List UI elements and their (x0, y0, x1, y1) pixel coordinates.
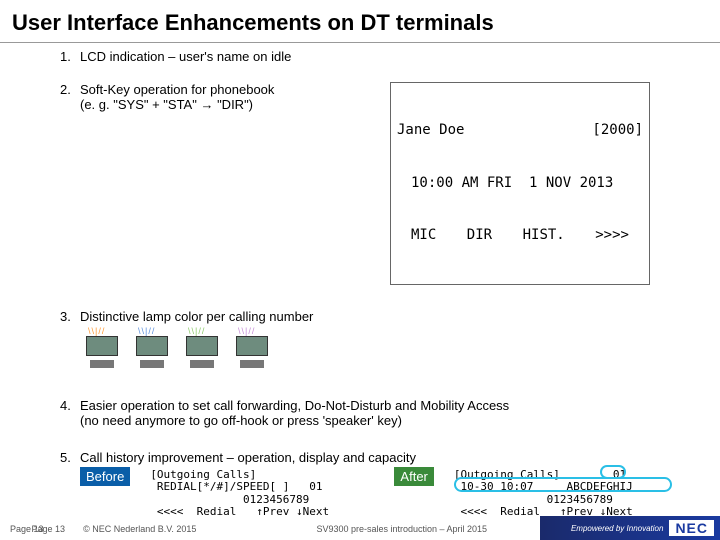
bullet-5-text: Call history improvement – operation, di… (80, 450, 680, 465)
lcd-ext: [2000] (592, 122, 643, 140)
lcd-datetime: 10:00 AM FRI 1 NOV 2013 (397, 175, 643, 193)
bullet-2-sub: (e. g. "SYS" + "STA" → "DIR") (80, 97, 274, 112)
callhist-before: [Outgoing Calls] REDIAL[*/#]/SPEED[ ] 01… (148, 467, 376, 522)
lcd-sk-more: >>>> (595, 227, 629, 245)
bullet-4-text: Easier operation to set call forwarding,… (80, 398, 509, 413)
brand-bar: Empowered by Innovation NEC (540, 516, 720, 540)
brand-tagline: Empowered by Innovation (571, 524, 664, 533)
bullet-1-text: LCD indication – user's name on idle (80, 49, 291, 64)
page-label-2: Page 13 (32, 524, 66, 534)
slide-content: LCD indication – user's name on idle Sof… (0, 43, 720, 521)
bullet-3: Distinctive lamp color per calling numbe… (60, 309, 680, 368)
slide-title: User Interface Enhancements on DT termin… (0, 0, 720, 43)
terminal-icons: \\|// \\|// \\|// \\|// (80, 330, 680, 368)
lcd-sk-mic: MIC (411, 227, 436, 245)
bullet-5: Call history improvement – operation, di… (60, 450, 680, 522)
bullet-1: LCD indication – user's name on idle (60, 49, 680, 64)
bullet-2: Soft-Key operation for phonebook (e. g. … (60, 82, 680, 285)
lcd-panel: Jane Doe [2000] 10:00 AM FRI 1 NOV 2013 … (390, 82, 650, 285)
bullet-2-text: Soft-Key operation for phonebook (80, 82, 274, 97)
session-title: SV9300 pre-sales introduction – April 20… (316, 524, 487, 534)
bullet-4-sub: (no need anymore to go off-hook or press… (80, 413, 402, 428)
copyright: © NEC Nederland B.V. 2015 (83, 524, 196, 534)
lcd-sk-hist: HIST. (523, 227, 565, 245)
callhist-after: [Outgoing Calls] 01 10-30 10:07 ABCDEFGH… (452, 467, 680, 522)
tag-after: After (394, 467, 433, 486)
bullet-4: Easier operation to set call forwarding,… (60, 398, 680, 428)
bullet-3-text: Distinctive lamp color per calling numbe… (80, 309, 680, 324)
tag-before: Before (80, 467, 130, 486)
brand-logo: NEC (669, 520, 714, 536)
lcd-sk-dir: DIR (467, 227, 492, 245)
lcd-name: Jane Doe (397, 122, 464, 140)
